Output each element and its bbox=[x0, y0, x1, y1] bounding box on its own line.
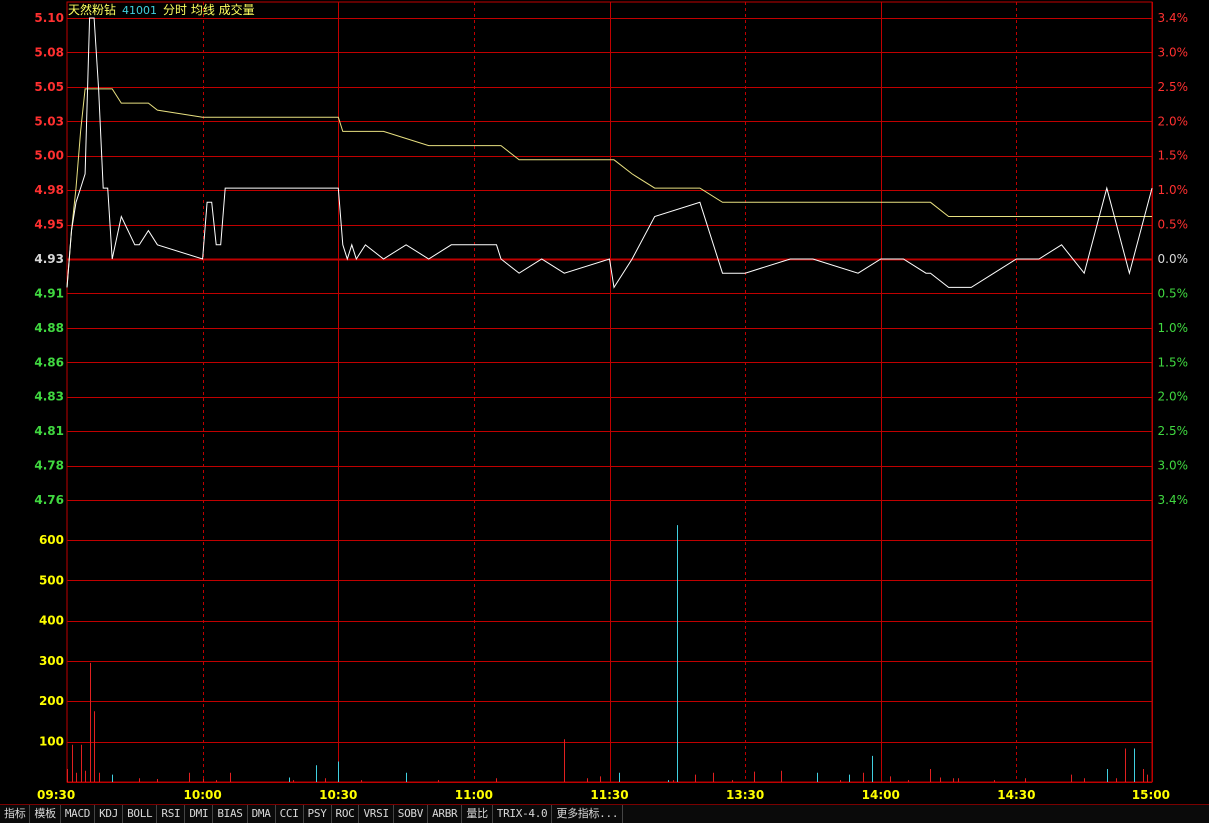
intraday-chart[interactable]: 5.10 5.08 5.05 5.03 5.00 4.98 4.95 4.93 4.91 4.88… bbox=[0, 0, 1209, 804]
indicator-tab[interactable]: TRIX-4.0 bbox=[493, 805, 553, 823]
volume-tick-label: 300 bbox=[39, 654, 64, 668]
time-tick-label: 09:30 bbox=[37, 788, 75, 802]
percent-tick-label: 1.5% bbox=[1158, 149, 1189, 163]
percent-tick-label: 3.4% bbox=[1158, 493, 1189, 507]
indicator-tab[interactable]: 指标 bbox=[0, 805, 31, 823]
indicator-tab[interactable]: BOLL bbox=[123, 805, 158, 823]
price-tick-label: 4.98 bbox=[34, 183, 64, 197]
price-tick-label: 4.93 bbox=[34, 252, 64, 266]
volume-axis-labels: 600 500 400 300 200 100 bbox=[39, 533, 64, 749]
time-tick-label: 14:00 bbox=[862, 788, 900, 802]
time-tick-label: 13:30 bbox=[726, 788, 764, 802]
time-axis-labels: 09:30 10:00 10:30 11:00 11:30 13:30 14:00 14:30… bbox=[37, 788, 1170, 802]
percent-tick-label: 2.5% bbox=[1158, 424, 1189, 438]
price-line bbox=[66, 17, 1153, 289]
indicator-tab[interactable]: RSI bbox=[157, 805, 186, 823]
percent-tick-label: 2.5% bbox=[1158, 80, 1189, 94]
percent-tick-label: 1.0% bbox=[1158, 183, 1189, 197]
percent-tick-label: 2.0% bbox=[1158, 114, 1189, 128]
time-tick-label: 10:30 bbox=[319, 788, 357, 802]
price-tick-label: 5.03 bbox=[34, 114, 64, 128]
indicator-tab-bar: 指标 模板 MACD KDJ BOLL RSI DMI BIAS DMA CCI PSY ROC VRS… bbox=[0, 804, 1209, 823]
stock-name: 天然粉钻 bbox=[68, 3, 117, 17]
indicator-legend: 分时 均线 成交量 bbox=[163, 3, 255, 17]
indicator-tab[interactable]: BIAS bbox=[213, 805, 248, 823]
volume-tick-label: 500 bbox=[39, 573, 64, 587]
price-axis-labels: 5.10 5.08 5.05 5.03 5.00 4.98 4.95 4.93 4.91 4.88… bbox=[34, 11, 64, 507]
indicator-tab[interactable]: VRSI bbox=[359, 805, 394, 823]
price-tick-label: 4.78 bbox=[34, 459, 64, 473]
percent-tick-label: 1.0% bbox=[1158, 321, 1189, 335]
chart-header: 天然粉钻 41001 分时 均线 成交量 bbox=[68, 3, 261, 17]
price-tick-label: 4.86 bbox=[34, 355, 64, 369]
time-tick-label: 11:30 bbox=[590, 788, 628, 802]
indicator-tab[interactable]: SOBV bbox=[394, 805, 429, 823]
percent-tick-label: 0.5% bbox=[1158, 286, 1189, 300]
volume-bars bbox=[67, 525, 1148, 782]
stock-code: 41001 bbox=[122, 4, 158, 17]
indicator-tab[interactable]: ARBR bbox=[428, 805, 463, 823]
price-tick-label: 4.81 bbox=[34, 424, 64, 438]
price-tick-label: 4.95 bbox=[34, 218, 64, 232]
price-tick-label: 5.08 bbox=[34, 45, 64, 59]
volume-tick-label: 600 bbox=[39, 533, 64, 547]
price-tick-label: 4.76 bbox=[34, 493, 64, 507]
volume-tick-label: 400 bbox=[39, 614, 64, 628]
price-tick-label: 5.10 bbox=[34, 11, 64, 25]
indicator-tab[interactable]: 更多指标... bbox=[552, 805, 624, 823]
percent-tick-label: 0.0% bbox=[1158, 252, 1189, 266]
percent-tick-label: 3.4% bbox=[1158, 11, 1189, 25]
indicator-tab[interactable]: 量比 bbox=[462, 805, 493, 823]
time-tick-label: 14:30 bbox=[997, 788, 1035, 802]
indicator-tab[interactable]: MACD bbox=[61, 805, 96, 823]
price-tick-label: 4.83 bbox=[34, 390, 64, 404]
percent-tick-label: 0.5% bbox=[1158, 218, 1189, 232]
indicator-tab[interactable]: DMI bbox=[185, 805, 214, 823]
percent-tick-label: 3.0% bbox=[1158, 459, 1189, 473]
percent-tick-label: 2.0% bbox=[1158, 390, 1189, 404]
price-tick-label: 5.00 bbox=[34, 149, 64, 163]
chart-grid bbox=[66, 1, 1153, 783]
indicator-tab[interactable]: 模板 bbox=[30, 805, 61, 823]
percent-axis-labels: 3.4% 3.0% 2.5% 2.0% 1.5% 1.0% 0.5% 0.0% 0.5% 1.0%… bbox=[1158, 11, 1189, 507]
price-tick-label: 5.05 bbox=[34, 80, 64, 94]
volume-tick-label: 200 bbox=[39, 694, 64, 708]
time-tick-label: 15:00 bbox=[1132, 788, 1170, 802]
time-tick-label: 10:00 bbox=[184, 788, 222, 802]
indicator-tab[interactable]: PSY bbox=[304, 805, 332, 823]
indicator-tab[interactable]: DMA bbox=[248, 805, 276, 823]
price-tick-label: 4.88 bbox=[34, 321, 64, 335]
volume-tick-label: 100 bbox=[39, 735, 64, 749]
time-tick-label: 11:00 bbox=[455, 788, 493, 802]
indicator-tab[interactable]: CCI bbox=[276, 805, 304, 823]
indicator-tab[interactable]: KDJ bbox=[95, 805, 124, 823]
chart-frame bbox=[66, 1, 1153, 783]
indicator-tab[interactable]: ROC bbox=[332, 805, 360, 823]
price-tick-label: 4.91 bbox=[34, 286, 64, 300]
percent-tick-label: 3.0% bbox=[1158, 45, 1189, 59]
percent-tick-label: 1.5% bbox=[1158, 355, 1189, 369]
